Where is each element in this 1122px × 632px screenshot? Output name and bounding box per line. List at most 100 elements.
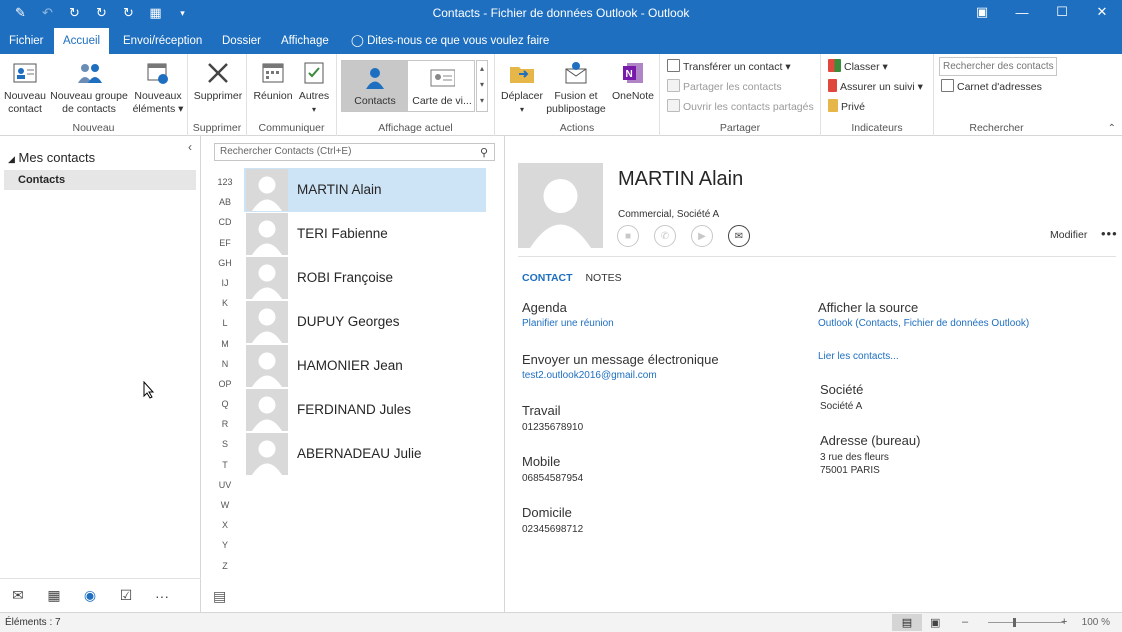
collapse-pane-icon[interactable]: ‹ (188, 140, 192, 154)
contact-row[interactable]: ROBI Françoise (244, 256, 486, 300)
phone-icon[interactable]: ✆ (654, 225, 676, 247)
group-label-rechercher: Rechercher (969, 122, 1024, 134)
move-button[interactable]: Déplacer ▾ (500, 60, 544, 116)
more-icon[interactable]: ··· (144, 588, 180, 604)
my-contacts-header[interactable]: ◢ Mes contacts (8, 150, 95, 165)
new-contact-group-button[interactable]: Nouveau groupe de contacts (48, 60, 130, 116)
tab-envoi-reception[interactable]: Envoi/réception (114, 28, 211, 54)
onenote-button[interactable]: N OneNote (608, 60, 658, 103)
categorize-button[interactable]: Classer ▾ (828, 58, 888, 76)
source-link[interactable]: Outlook (Contacts, Fichier de données Ou… (818, 318, 1029, 329)
alpha-index-item[interactable]: GH (213, 253, 237, 273)
alpha-index-item[interactable]: 123 (213, 172, 237, 192)
mail-icon[interactable]: ✉ (0, 587, 36, 604)
follow-up-button[interactable]: Assurer un suivi ▾ (828, 78, 923, 96)
alpha-index-item[interactable]: S (213, 434, 237, 454)
tab-accueil[interactable]: Accueil (54, 28, 110, 54)
people-pane-icon[interactable]: ▤ (213, 588, 226, 605)
search-contacts-input[interactable] (939, 57, 1057, 76)
alpha-index-item[interactable]: UV (213, 475, 237, 495)
alpha-index-item[interactable]: K (213, 293, 237, 313)
view-gallery-scroll[interactable]: ▴ ▾ ▾ (476, 60, 488, 112)
modify-link[interactable]: Modifier (1050, 229, 1087, 241)
contact-avatar (246, 257, 288, 299)
reading-view-icon[interactable]: ▣ (930, 616, 940, 629)
zoom-slider-knob[interactable] (1013, 618, 1016, 627)
contact-row[interactable]: TERI Fabienne (244, 212, 486, 256)
view-business-card-button[interactable]: Carte de vi... (409, 61, 475, 108)
search-contacts-box[interactable]: Rechercher Contacts (Ctrl+E) ⚲ (214, 143, 495, 161)
field-email: Envoyer un message électronique test2.ou… (522, 352, 719, 381)
contact-row[interactable]: MARTIN Alain (244, 168, 486, 212)
search-icon[interactable]: ⚲ (480, 145, 488, 161)
tell-me-box[interactable]: ◯ Dites-nous ce que vous voulez faire (342, 28, 558, 54)
tab-affichage[interactable]: Affichage (272, 28, 338, 54)
minimize-icon[interactable]: — (1002, 0, 1042, 24)
alphabet-index: 123 AB CD EF GH IJ K L M N OP Q R S T UV W X Y Z (213, 172, 237, 576)
restore-ribbon-icon[interactable]: ▣ (962, 0, 1002, 24)
tasks-icon[interactable]: ☑ (108, 587, 144, 604)
alpha-index-item[interactable]: OP (213, 374, 237, 394)
email-icon[interactable]: ✉ (728, 225, 750, 247)
collapse-ribbon-icon[interactable]: ⌃ (1108, 123, 1116, 134)
meeting-button[interactable]: Réunion (251, 60, 295, 103)
tab-dossier[interactable]: Dossier (213, 28, 270, 54)
group-nouveau: Nouveau contact Nouveau groupe de contac… (0, 54, 188, 136)
more-options-icon[interactable]: ••• (1101, 226, 1118, 241)
private-button[interactable]: Privé (828, 98, 865, 116)
alpha-index-item[interactable]: L (213, 313, 237, 333)
close-icon[interactable]: ✕ (1082, 0, 1122, 24)
home-phone-label: Domicile (522, 505, 572, 520)
group-label-indicateurs: Indicateurs (851, 122, 903, 134)
alpha-index-item[interactable]: M (213, 334, 237, 354)
ribbon-tabs: Fichier Accueil Envoi/réception Dossier … (0, 28, 1122, 54)
alpha-index-item[interactable]: R (213, 414, 237, 434)
schedule-meeting-link[interactable]: Planifier une réunion (522, 318, 614, 329)
alpha-index-item[interactable]: AB (213, 192, 237, 212)
zoom-level[interactable]: 100 % (1082, 617, 1110, 628)
contact-avatar (246, 301, 288, 343)
contact-row[interactable]: ABERNADEAU Julie (244, 432, 486, 476)
zoom-slider[interactable] (988, 622, 1064, 623)
alpha-index-item[interactable]: Q (213, 394, 237, 414)
video-icon[interactable]: ▶ (691, 225, 713, 247)
share-contacts-button[interactable]: Partager les contacts (667, 78, 782, 96)
alpha-index-item[interactable]: Z (213, 556, 237, 576)
open-shared-contacts-button[interactable]: Ouvrir les contacts partagés (667, 98, 814, 116)
alpha-index-item[interactable]: CD (213, 212, 237, 232)
alpha-index-item[interactable]: N (213, 354, 237, 374)
view-contacts-label: Contacts (354, 95, 396, 107)
alpha-index-item[interactable]: W (213, 495, 237, 515)
tab-contact[interactable]: CONTACT (522, 272, 573, 284)
zoom-out-icon[interactable]: – (962, 616, 968, 628)
zoom-in-icon[interactable]: + (1061, 616, 1067, 628)
alpha-index-item[interactable]: X (213, 515, 237, 535)
im-icon[interactable]: ■ (617, 225, 639, 247)
new-items-button[interactable]: Nouveaux éléments ▾ (130, 60, 186, 116)
normal-view-icon[interactable]: ▤ (892, 614, 922, 631)
view-contacts-button[interactable]: Contacts (342, 61, 408, 111)
alpha-index-item[interactable]: EF (213, 233, 237, 253)
alpha-index-item[interactable]: Y (213, 535, 237, 555)
group-indicateurs: Classer ▾ Assurer un suivi ▾ Privé Indic… (821, 54, 934, 136)
contact-row[interactable]: FERDINAND Jules (244, 388, 486, 432)
contact-row[interactable]: DUPUY Georges (244, 300, 486, 344)
email-link[interactable]: test2.outlook2016@gmail.com (522, 370, 719, 381)
delete-button[interactable]: Supprimer (192, 60, 244, 103)
new-contact-button[interactable]: Nouveau contact (2, 60, 48, 116)
contact-row-name: HAMONIER Jean (297, 358, 403, 373)
alpha-index-item[interactable]: T (213, 455, 237, 475)
alpha-index-item[interactable]: IJ (213, 273, 237, 293)
people-icon[interactable]: ◉ (72, 587, 108, 604)
tab-notes[interactable]: NOTES (585, 272, 621, 284)
folder-contacts[interactable]: Contacts (4, 170, 196, 190)
mail-merge-button[interactable]: Fusion et publipostage (544, 60, 608, 116)
link-contacts-link[interactable]: Lier les contacts... (818, 351, 899, 362)
contact-row[interactable]: HAMONIER Jean (244, 344, 486, 388)
other-communicate-button[interactable]: Autres ▾ (295, 60, 333, 116)
forward-contact-button[interactable]: Transférer un contact ▾ (667, 58, 791, 76)
tab-fichier[interactable]: Fichier (0, 28, 53, 54)
maximize-icon[interactable]: ☐ (1042, 0, 1082, 24)
calendar-icon[interactable]: ▦ (36, 587, 72, 604)
address-book-button[interactable]: Carnet d'adresses (941, 78, 1042, 96)
